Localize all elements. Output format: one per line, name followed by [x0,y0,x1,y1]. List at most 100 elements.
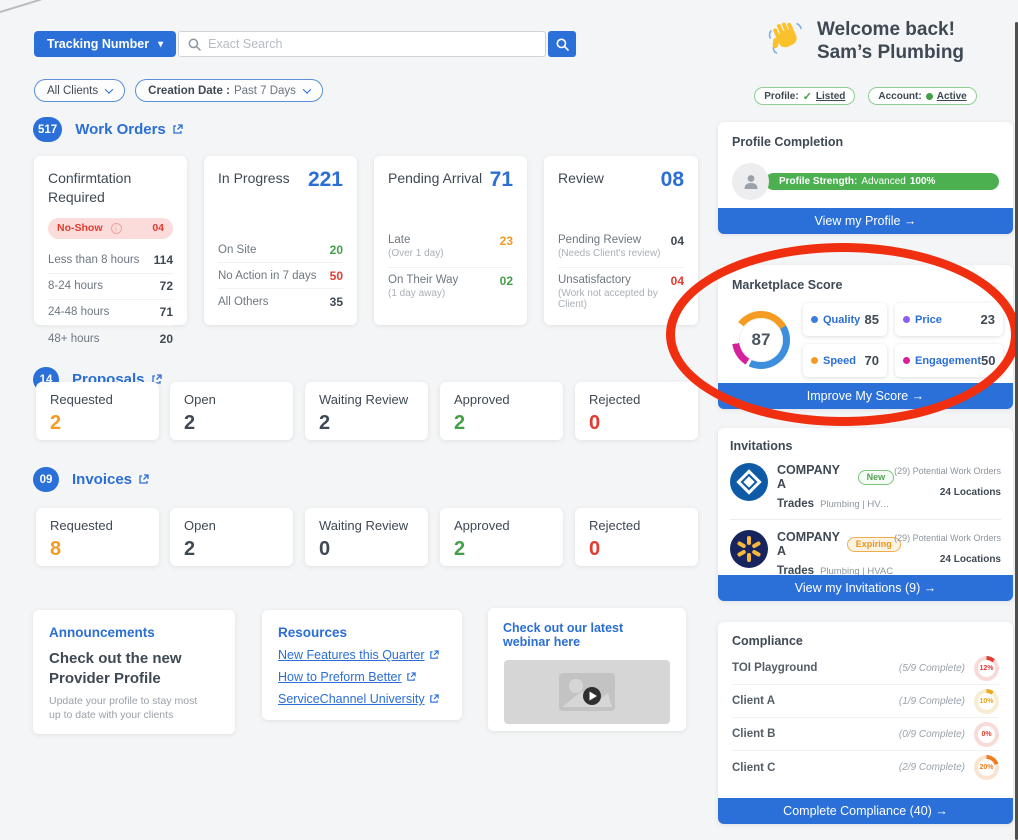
improve-score-button[interactable]: Improve My Score → [718,383,1013,409]
stat-row[interactable]: 24-48 hours71 [48,300,173,326]
filter-bar: All Clients Creation Date : Past 7 Days [34,79,323,102]
stat-row[interactable]: All Others35 [218,289,343,315]
company-name: Sam’s Plumbing [817,41,964,64]
account-status-label: Account: [878,91,921,102]
resource-link-university[interactable]: ServiceChannel University [278,692,446,706]
invoice-approved-card[interactable]: Approved2 [440,508,563,566]
proposal-waiting-review-card[interactable]: Waiting Review2 [305,382,428,440]
stat-row[interactable]: Pending Review(Needs Client's review) 04 [558,228,684,268]
invitations-panel: Invitations COMPANY A New Trades Plumbin… [718,428,1013,601]
row-value: 50 [330,269,343,283]
account-status-badge[interactable]: Account: Active [868,87,976,105]
resource-link-perform-better[interactable]: How to Preform Better [278,670,446,684]
quality-score-card[interactable]: Quality85 [803,303,887,336]
stat-row[interactable]: On Their Way(1 day away) 02 [388,268,513,308]
work-orders-link[interactable]: Work Orders [75,121,183,138]
invoices-count-badge: 09 [33,467,59,492]
stat-row[interactable]: Less than 8 hours114 [48,248,173,274]
welcome-header: Welcome back! Sam’s Plumbing [718,18,1013,64]
profile-status-label: Profile: [764,91,798,102]
compliance-row[interactable]: Client B (0/9 Complete) 0% [732,718,999,751]
company-logo-diamond-icon [730,463,768,501]
row-value: 114 [154,253,173,267]
external-link-icon [406,672,416,682]
person-icon [741,172,761,192]
stat-row[interactable]: No Action in 7 days 50 [218,263,343,289]
stat-row[interactable]: 48+ hours20 [48,326,173,352]
row-label: On Site [218,244,256,256]
review-card[interactable]: Review 08 Pending Review(Needs Client's … [544,156,698,325]
invoice-rejected-card[interactable]: Rejected0 [575,508,698,566]
no-show-alert[interactable]: No-Show i 04 [48,218,173,239]
confirmation-required-card[interactable]: Confirmtation Required No-Show i 04 Less… [34,156,187,325]
stat-value: 2 [50,413,145,433]
external-link-icon [172,124,183,135]
compliance-title: Compliance [732,634,999,648]
invoice-waiting-review-card[interactable]: Waiting Review0 [305,508,428,566]
stat-row[interactable]: On Site 20 [218,237,343,263]
in-progress-card[interactable]: In Progress 221 On Site20 No Action in 7… [204,156,357,325]
compliance-row[interactable]: Client C (2/9 Complete) 20% [732,751,999,784]
filter-creation-date[interactable]: Creation Date : Past 7 Days [135,79,323,102]
speed-score-card[interactable]: Speed70 [803,344,887,377]
strength-level: Advanced [861,176,905,187]
price-score-card[interactable]: Price23 [895,303,1003,336]
external-link-icon [429,694,439,704]
resources-title: Resources [278,625,446,640]
card-title: Confirmtation Required [48,169,158,207]
stat-value: 0 [589,413,684,433]
pending-arrival-card[interactable]: Pending Arrival 71 Late(Over 1 day) 23 O… [374,156,527,325]
filter-creation-date-label: Creation Date : [148,85,230,97]
stat-row[interactable]: 8-24 hours72 [48,274,173,300]
card-total: 71 [490,169,513,190]
stat-row[interactable]: Late(Over 1 day) 23 [388,228,513,268]
view-invitations-button[interactable]: View my Invitations (9) → [718,575,1013,601]
stat-value: 2 [184,539,279,559]
row-value: 20 [330,243,343,257]
invoice-requested-card[interactable]: Requested8 [36,508,159,566]
search-button[interactable] [548,31,576,57]
metric-value: 70 [865,353,879,368]
invitation-item[interactable]: COMPANY A New Trades Plumbing | HVAC | G… [730,453,1001,519]
stat-row[interactable]: Unsatisfactory(Work not accepted by Clie… [558,268,684,308]
row-label: Unsatisfactory [558,274,671,286]
search-input[interactable] [208,37,536,51]
speed-dot-icon [811,357,818,364]
chevron-down-icon [303,85,311,93]
resource-link-new-features[interactable]: New Features this Quarter [278,648,446,662]
account-status-value: Active [937,91,967,102]
view-profile-button[interactable]: View my Profile → [718,208,1013,234]
status-badge: Expiring [847,537,901,552]
stat-label: Rejected [589,518,684,533]
invoice-open-card[interactable]: Open2 [170,508,293,566]
proposal-approved-card[interactable]: Approved2 [440,382,563,440]
filter-all-clients[interactable]: All Clients [34,79,125,102]
complete-compliance-button[interactable]: Complete Compliance (40) → [718,798,1013,824]
client-name: Client B [732,728,775,740]
compliance-panel: Compliance TOI Playground (5/9 Complete)… [718,622,1013,824]
search-box [178,31,546,57]
search-icon [188,38,201,51]
row-label: Pending Review [558,234,661,246]
row-label: All Others [218,296,269,308]
announcement-headline[interactable]: Check out the new Provider Profile [49,649,199,688]
proposal-rejected-card[interactable]: Rejected0 [575,382,698,440]
row-label: No Action in 7 days [218,270,316,282]
tracking-number-dropdown[interactable]: Tracking Number ▾ [34,31,176,57]
price-dot-icon [903,316,910,323]
compliance-row[interactable]: TOI Playground (5/9 Complete) 12% [732,652,999,685]
card-title: Review [558,169,604,188]
engagement-score-card[interactable]: Engagement50 [895,344,1003,377]
webinar-video-thumbnail[interactable] [504,660,670,724]
proposal-open-card[interactable]: Open2 [170,382,293,440]
info-icon: i [111,223,122,234]
profile-status-badge[interactable]: Profile: ✓ Listed [754,87,855,105]
invoices-link[interactable]: Invoices [72,471,149,488]
metric-label: Engagement [915,355,981,367]
company-name: COMPANY A [777,530,840,558]
proposal-requested-card[interactable]: Requested2 [36,382,159,440]
compliance-row[interactable]: Client A (1/9 Complete) 10% [732,685,999,718]
card-total: 221 [308,169,343,190]
status-badge: New [858,470,895,485]
webinar-link[interactable]: Check out our latest webinar here [503,621,671,649]
